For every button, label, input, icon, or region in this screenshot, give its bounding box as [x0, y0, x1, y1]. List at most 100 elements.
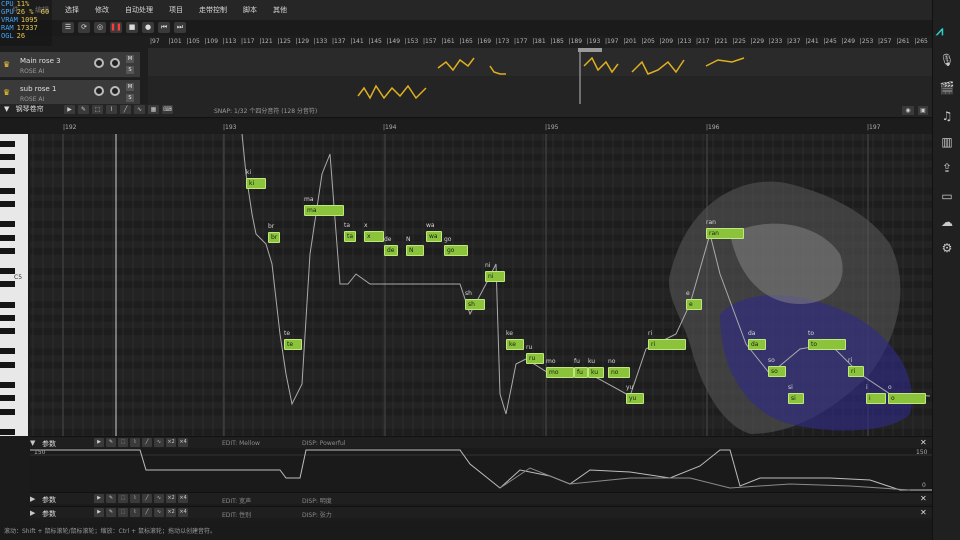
smooth-tool-button[interactable]: ∿ — [134, 105, 145, 114]
param-tool-button[interactable]: ✎ — [106, 438, 116, 447]
note[interactable]: x — [364, 231, 384, 242]
param-edit-label[interactable]: EDIT: 性别 — [222, 510, 251, 519]
grid-tool-button[interactable]: ▦ — [148, 105, 159, 114]
param-tool-button[interactable]: ✎ — [106, 494, 116, 503]
note[interactable]: ru — [526, 353, 544, 364]
black-key[interactable] — [0, 395, 15, 402]
music-note-icon[interactable]: ♫ — [939, 108, 955, 124]
note[interactable]: ran — [706, 228, 744, 239]
black-key[interactable] — [0, 408, 15, 415]
note[interactable]: wa — [426, 231, 442, 242]
gear-icon[interactable]: ⚙ — [939, 240, 955, 256]
black-key[interactable] — [0, 268, 15, 274]
black-key[interactable] — [0, 167, 15, 174]
select-tool-button[interactable]: ⬚ — [92, 105, 103, 114]
track-row[interactable]: ♛ sub rose 1 ROSE AI M S — [0, 80, 140, 106]
param-tool-button[interactable]: ∿ — [154, 438, 164, 447]
black-key[interactable] — [0, 154, 15, 161]
export-icon[interactable]: ⇪ — [939, 160, 955, 176]
param-tool-button[interactable]: ╱ — [142, 438, 152, 447]
pencil-tool-button[interactable]: ✎ — [78, 105, 89, 114]
mute-button[interactable]: M — [126, 83, 134, 91]
note[interactable]: ku — [588, 367, 604, 378]
note[interactable]: so — [768, 366, 786, 377]
record-button[interactable]: ● — [142, 21, 154, 33]
collapse-icon[interactable]: ▼ — [4, 105, 9, 113]
black-key[interactable] — [0, 301, 15, 308]
param-tool-button[interactable]: ⬚ — [118, 508, 128, 517]
arrangement-clips[interactable] — [148, 48, 932, 104]
param-disp-label[interactable]: DISP: 张力 — [302, 510, 332, 519]
param-tool-button[interactable]: ⌇ — [130, 438, 140, 447]
note[interactable]: e — [686, 299, 702, 310]
pan-knob[interactable] — [110, 86, 120, 96]
piano-keyboard[interactable]: C5C4 — [0, 134, 28, 436]
arrangement-timeline[interactable]: |97 |101 |105 |109 |113 |117 |121 |125 |129 |133 |… — [148, 36, 932, 48]
black-key[interactable] — [0, 361, 15, 368]
menu-item[interactable]: 走带控制 — [191, 5, 235, 15]
note[interactable]: ke — [506, 339, 524, 350]
keyboard-tool-button[interactable]: ⌨ — [162, 105, 173, 114]
param-zoom-button[interactable]: ×2 — [166, 508, 176, 517]
param-zoom-button[interactable]: ×4 — [178, 494, 188, 503]
note[interactable]: ta — [344, 231, 356, 242]
close-icon[interactable]: ✕ — [920, 508, 927, 517]
book-icon[interactable]: ▭ — [939, 188, 955, 204]
param-zoom-button[interactable]: ×4 — [178, 508, 188, 517]
loop-icon[interactable]: ⟳ — [78, 21, 90, 33]
note[interactable]: da — [748, 339, 766, 350]
note[interactable]: fu — [574, 367, 588, 378]
menu-item[interactable]: 自动处理 — [117, 5, 161, 15]
rewind-button[interactable]: ⏮ — [158, 21, 170, 33]
note[interactable]: si — [788, 393, 804, 404]
pianoroll-ruler[interactable]: |192 |193 |194 |195 |196 |197 — [30, 120, 932, 134]
close-icon[interactable]: ✕ — [920, 494, 927, 503]
menu-item[interactable]: 项目 — [161, 5, 191, 15]
black-key[interactable] — [0, 140, 15, 147]
stop-button[interactable]: ■ — [126, 21, 138, 33]
note[interactable]: te — [284, 339, 302, 350]
pianoroll-grid[interactable]: ki ki br br ma ma ta ta x x de de N Nwa wa go go ni ni sh sh… — [30, 134, 932, 436]
library-icon[interactable]: ▥ — [939, 134, 955, 150]
black-key[interactable] — [0, 428, 15, 435]
note[interactable]: sh — [465, 299, 485, 310]
note[interactable]: no — [608, 367, 630, 378]
black-key[interactable] — [0, 328, 15, 335]
param-tool-button[interactable]: ▶ — [94, 508, 104, 517]
clapperboard-icon[interactable]: 🎬 — [939, 80, 955, 96]
black-key[interactable] — [0, 221, 15, 228]
camera-icon[interactable]: ◉ — [902, 106, 914, 115]
expand-icon[interactable]: ▶ — [30, 495, 35, 503]
note[interactable]: ma — [304, 205, 344, 216]
track-row[interactable]: ♛ Main rose 3 ROSE AI M S — [0, 52, 140, 78]
expand-icon[interactable]: ▶ — [30, 509, 35, 517]
param-tool-button[interactable]: ⌇ — [130, 508, 140, 517]
menu-item[interactable]: 脚本 — [235, 5, 265, 15]
param-tool-button[interactable]: ✎ — [106, 508, 116, 517]
param-zoom-button[interactable]: ×2 — [166, 438, 176, 447]
forward-button[interactable]: ⏭ — [174, 21, 186, 33]
note[interactable]: de — [384, 245, 398, 256]
black-key[interactable] — [0, 247, 15, 254]
param-tool-button[interactable]: ▶ — [94, 438, 104, 447]
snap-setting[interactable]: SNAP: 1/32 个四分音符 (128 分音符) — [214, 106, 317, 115]
black-key[interactable] — [0, 381, 15, 388]
black-key[interactable] — [0, 187, 15, 194]
note[interactable]: ri — [848, 366, 864, 377]
param-tool-button[interactable]: ⬚ — [118, 438, 128, 447]
solo-button[interactable]: S — [126, 94, 134, 102]
param-zoom-button[interactable]: ×2 — [166, 494, 176, 503]
note[interactable]: ki — [246, 178, 266, 189]
menu-item[interactable]: 其他 — [265, 5, 295, 15]
black-key[interactable] — [0, 314, 15, 321]
param-disp-label[interactable]: DISP: 明度 — [302, 496, 332, 505]
note[interactable]: to — [808, 339, 846, 350]
menu-item[interactable]: 修改 — [87, 5, 117, 15]
black-key[interactable] — [0, 234, 15, 241]
menu-item[interactable]: 选择 — [57, 5, 87, 15]
black-key[interactable] — [0, 201, 15, 207]
param-edit-label[interactable]: EDIT: Mellow — [222, 440, 260, 447]
param-tool-button[interactable]: ⬚ — [118, 494, 128, 503]
play-tool-button[interactable]: ▶ — [64, 105, 75, 114]
panel-icon[interactable]: ▣ — [918, 106, 928, 115]
